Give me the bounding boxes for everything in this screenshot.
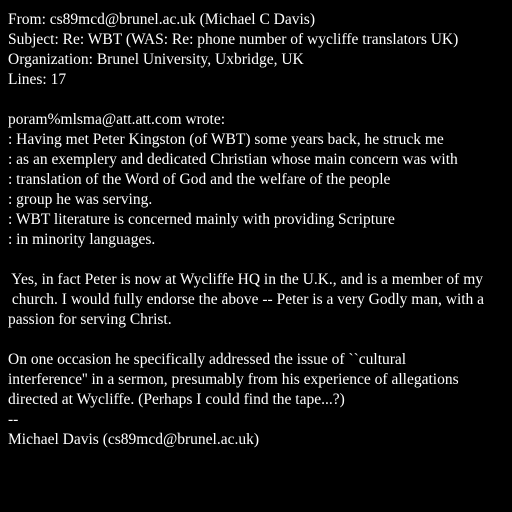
header-lines: Lines: 17 [8, 71, 67, 88]
quoted-line: : group he was serving. [8, 191, 153, 208]
quoted-line: : in minority languages. [8, 231, 156, 248]
signature-separator: -- [8, 411, 19, 428]
body-line: passion for serving Christ. [8, 311, 172, 328]
quote-attribution: poram%mlsma@att.att.com wrote: [8, 111, 226, 128]
quoted-line: : WBT literature is concerned mainly wit… [8, 211, 395, 228]
body-line: interference'' in a sermon, presumably f… [8, 371, 459, 388]
body-line: Yes, in fact Peter is now at Wycliffe HQ… [8, 271, 484, 288]
header-subject: Subject: Re: WBT (WAS: Re: phone number … [8, 31, 459, 48]
signature: Michael Davis (cs89mcd@brunel.ac.uk) [8, 431, 259, 448]
quoted-line: : as an exemplery and dedicated Christia… [8, 151, 458, 168]
email-document: From: cs89mcd@brunel.ac.uk (Michael C Da… [8, 10, 512, 450]
body-line: church. I would fully endorse the above … [8, 291, 485, 308]
quoted-line: : Having met Peter Kingston (of WBT) som… [8, 131, 444, 148]
header-from: From: cs89mcd@brunel.ac.uk (Michael C Da… [8, 11, 315, 28]
header-organization: Organization: Brunel University, Uxbridg… [8, 51, 304, 68]
body-line: On one occasion he specifically addresse… [8, 351, 407, 368]
body-line: directed at Wycliffe. (Perhaps I could f… [8, 391, 345, 408]
quoted-line: : translation of the Word of God and the… [8, 171, 391, 188]
